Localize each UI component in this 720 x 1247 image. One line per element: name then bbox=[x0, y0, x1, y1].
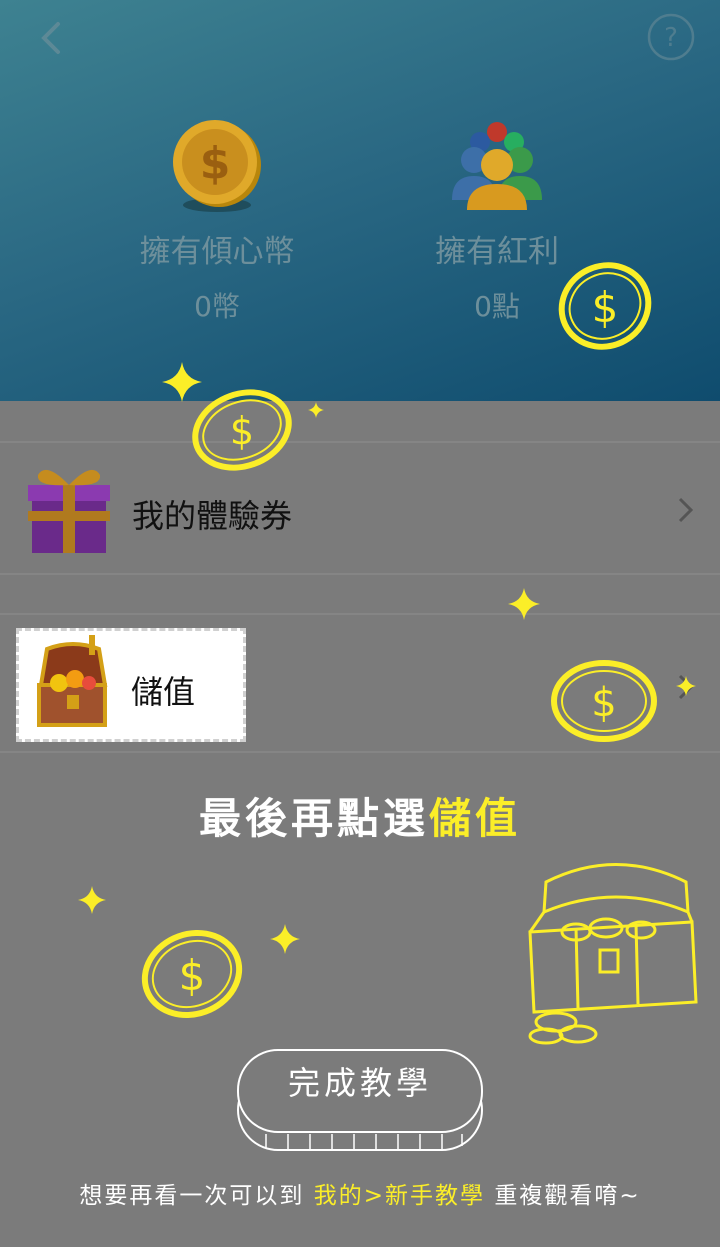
sparkle-icon bbox=[78, 886, 106, 914]
topup-row[interactable]: 儲值 bbox=[16, 628, 246, 742]
treasure-chest-doodle-icon bbox=[528, 863, 698, 1045]
divider bbox=[0, 613, 720, 615]
hint-prefix: 最後再點選 bbox=[198, 794, 429, 843]
help-icon[interactable]: ? bbox=[646, 12, 696, 62]
sparkle-icon bbox=[508, 588, 540, 620]
vouchers-label: 我的體驗券 bbox=[132, 497, 293, 535]
footer-prefix: 想要再看一次可以到 bbox=[79, 1183, 305, 1209]
coin-doodle-icon: $ bbox=[192, 389, 292, 471]
chevron-right-icon bbox=[678, 497, 694, 523]
tutorial-hint: 最後再點選儲值 bbox=[0, 785, 720, 846]
footer-suffix: 重複觀看唷~ bbox=[494, 1183, 641, 1209]
gift-icon bbox=[28, 469, 110, 553]
divider bbox=[0, 751, 720, 753]
svg-text:$: $ bbox=[230, 409, 254, 453]
footer-path: 我的>新手教學 bbox=[313, 1183, 485, 1209]
done-button-label: 完成教學 bbox=[287, 1064, 432, 1102]
coin-doodle-icon: $ bbox=[558, 262, 652, 350]
coins-value: 0幣 bbox=[194, 290, 240, 323]
sparkle-icon bbox=[162, 362, 202, 402]
coin-doodle-icon: $ bbox=[141, 929, 243, 1019]
svg-text:$: $ bbox=[179, 951, 206, 1000]
svg-text:$: $ bbox=[591, 680, 616, 726]
group-icon bbox=[452, 122, 542, 210]
sparkle-icon bbox=[270, 924, 300, 954]
treasure-chest-icon bbox=[37, 635, 108, 727]
sparkle-icon bbox=[308, 402, 324, 418]
coins-stat: $ 擁有傾心幣 0幣 bbox=[97, 110, 337, 325]
back-icon[interactable] bbox=[28, 14, 76, 62]
footer-hint: 想要再看一次可以到 我的>新手教學 重複觀看唷~ bbox=[0, 1176, 720, 1210]
svg-text:?: ? bbox=[664, 23, 678, 53]
hint-target: 儲值 bbox=[429, 794, 522, 843]
sparkle-icon bbox=[676, 676, 696, 696]
coin-doodle-icon: $ bbox=[551, 660, 657, 742]
vouchers-row[interactable]: 我的體驗券 bbox=[0, 443, 720, 573]
coins-label: 擁有傾心幣 bbox=[139, 234, 295, 270]
divider bbox=[0, 573, 720, 575]
svg-text:$: $ bbox=[200, 138, 231, 189]
svg-text:$: $ bbox=[592, 283, 619, 332]
coin-icon: $ bbox=[173, 120, 261, 212]
topup-label: 儲值 bbox=[131, 673, 196, 711]
